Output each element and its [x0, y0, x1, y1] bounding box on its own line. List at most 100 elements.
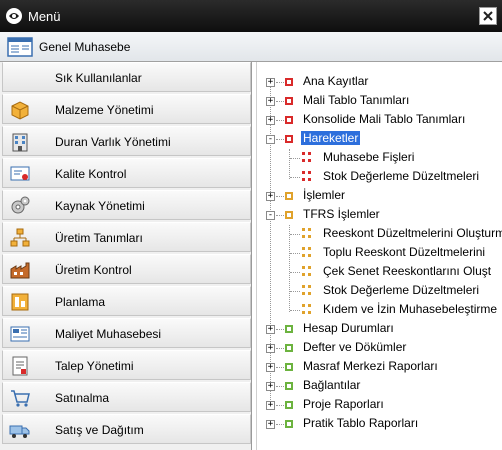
- tree-node-label: Pratik Tablo Raporları: [303, 416, 419, 430]
- expand-plus-icon[interactable]: +: [266, 363, 275, 372]
- menu-item-cost-accounting[interactable]: Maliyet Muhasebesi: [2, 318, 251, 348]
- tree-node-proje-raporlari[interactable]: + Proje Raporları: [257, 395, 502, 415]
- menu-item-purchasing[interactable]: Satınalma: [2, 382, 251, 412]
- menu-item-label: Satınalma: [55, 391, 110, 405]
- folder-green-icon: [285, 344, 293, 352]
- tree-leaf-cek-senet[interactable]: Çek Senet Reeskontlarını Oluşt: [257, 262, 502, 282]
- expand-plus-icon[interactable]: +: [266, 382, 275, 391]
- tree-node-mali-tablo-tanimlari[interactable]: + Mali Tablo Tanımları: [257, 91, 502, 111]
- document-red-icon: [302, 171, 311, 181]
- expand-plus-icon[interactable]: +: [266, 116, 275, 125]
- menu-item-label: Kalite Kontrol: [55, 167, 127, 181]
- tree-node-label: İşlemler: [303, 188, 346, 202]
- tree-node-label: Ana Kayıtlar: [303, 74, 369, 88]
- menu-item-label: Planlama: [55, 295, 106, 309]
- document-yellow-icon: [302, 228, 311, 238]
- tree-node-label: Defter ve Dökümler: [303, 340, 407, 354]
- expand-plus-icon[interactable]: +: [266, 97, 275, 106]
- menu-item-production-definitions[interactable]: Üretim Tanımları: [2, 222, 251, 252]
- module-title: Genel Muhasebe: [39, 39, 131, 54]
- tree-node-label: Masraf Merkezi Raporları: [303, 359, 438, 373]
- folder-green-icon: [285, 382, 293, 390]
- tree-node-hareketler[interactable]: - Hareketler: [257, 129, 502, 149]
- planning-icon: [11, 293, 29, 311]
- ledger-icon: [7, 36, 33, 57]
- tree-node-tfrs-islemler[interactable]: - TFRS İşlemler: [257, 205, 502, 225]
- folder-yellow-icon: [285, 211, 293, 219]
- tree-node-hesap-durumlari[interactable]: + Hesap Durumları: [257, 319, 502, 339]
- menu-item-fixed-assets[interactable]: Duran Varlık Yönetimi: [2, 126, 251, 156]
- folder-red-icon: [285, 116, 293, 124]
- tree-node-label-selected: Hareketler: [301, 131, 361, 145]
- menu-item-label: Satış ve Dağıtım: [55, 423, 144, 437]
- menu-item-label: Üretim Kontrol: [55, 263, 132, 277]
- cart-icon: [11, 390, 30, 407]
- folder-red-icon: [285, 135, 293, 143]
- menu-item-label: Kaynak Yönetimi: [55, 199, 145, 213]
- tree-node-label: Konsolide Mali Tablo Tanımları: [303, 112, 466, 126]
- building-icon: [12, 133, 28, 152]
- close-button[interactable]: [479, 7, 497, 25]
- tree-leaf-kidem-izin[interactable]: Kıdem ve İzin Muhasebeleştirme: [257, 300, 502, 320]
- menu-item-sales-distribution[interactable]: Satış ve Dağıtım: [2, 414, 251, 444]
- tree-leaf-label: Çek Senet Reeskontlarını Oluşt: [323, 264, 492, 278]
- tree-node-masraf-merkezi[interactable]: + Masraf Merkezi Raporları: [257, 357, 502, 377]
- menu-item-label: Malzeme Yönetimi: [55, 103, 154, 117]
- tree-leaf-label: Muhasebe Fişleri: [323, 150, 415, 164]
- truck-icon: [9, 425, 30, 438]
- folder-green-icon: [285, 363, 293, 371]
- calculator-icon: [10, 326, 30, 342]
- tree-leaf-muhasebe-fisleri[interactable]: Muhasebe Fişleri: [257, 148, 502, 168]
- title-bar: Menü: [0, 0, 502, 32]
- folder-green-icon: [285, 420, 293, 428]
- menu-item-request-management[interactable]: Talep Yönetimi: [2, 350, 251, 380]
- module-menu: Sık Kullanılanlar Malzeme Yönetimi Duran…: [0, 62, 252, 450]
- menu-item-label: Üretim Tanımları: [55, 231, 143, 245]
- menu-tree: + Ana Kayıtlar + Mali Tablo Tanımları + …: [256, 62, 502, 450]
- tree-node-defter-dokumler[interactable]: + Defter ve Dökümler: [257, 338, 502, 358]
- menu-item-planning[interactable]: Planlama: [2, 286, 251, 316]
- collapse-minus-icon[interactable]: -: [266, 211, 275, 220]
- tree-node-pratik-tablo[interactable]: + Pratik Tablo Raporları: [257, 414, 502, 434]
- menu-item-favorites[interactable]: Sık Kullanılanlar: [2, 62, 251, 92]
- window-title: Menü: [28, 8, 61, 24]
- menu-item-production-control[interactable]: Üretim Kontrol: [2, 254, 251, 284]
- expand-plus-icon[interactable]: +: [266, 78, 275, 87]
- request-form-icon: [12, 356, 28, 376]
- menu-item-quality-control[interactable]: Kalite Kontrol: [2, 158, 251, 188]
- tree-leaf-label: Kıdem ve İzin Muhasebeleştirme: [323, 302, 498, 316]
- tree-node-label: Mali Tablo Tanımları: [303, 93, 410, 107]
- folder-yellow-icon: [285, 192, 293, 200]
- expand-plus-icon[interactable]: +: [266, 420, 275, 429]
- expand-plus-icon[interactable]: +: [266, 325, 275, 334]
- tree-leaf-toplu-reeskont[interactable]: Toplu Reeskont Düzeltmelerini: [257, 243, 502, 263]
- gears-icon: [11, 196, 30, 214]
- box-icon: [11, 101, 29, 120]
- expand-plus-icon[interactable]: +: [266, 192, 275, 201]
- tree-node-label: Hesap Durumları: [303, 321, 394, 335]
- menu-item-material-management[interactable]: Malzeme Yönetimi: [2, 94, 251, 124]
- flowchart-icon: [10, 228, 30, 247]
- collapse-minus-icon[interactable]: -: [266, 135, 275, 144]
- document-yellow-icon: [302, 247, 311, 257]
- expand-plus-icon[interactable]: +: [266, 401, 275, 410]
- tree-node-label: Bağlantılar: [303, 378, 361, 392]
- tree-node-islemler[interactable]: + İşlemler: [257, 186, 502, 206]
- expand-plus-icon[interactable]: +: [266, 344, 275, 353]
- tree-leaf-label: Stok Değerleme Düzeltmeleri: [323, 283, 480, 297]
- menu-item-label: Talep Yönetimi: [55, 359, 134, 373]
- menu-item-resource-management[interactable]: Kaynak Yönetimi: [2, 190, 251, 220]
- tree-node-konsolide[interactable]: + Konsolide Mali Tablo Tanımları: [257, 110, 502, 130]
- tree-leaf-label: Stok Değerleme Düzeltmeleri: [323, 169, 480, 183]
- app-icon: [6, 8, 22, 24]
- module-header[interactable]: Genel Muhasebe: [0, 32, 502, 62]
- tree-leaf-stok-degerleme-tfrs[interactable]: Stok Değerleme Düzeltmeleri: [257, 281, 502, 301]
- tree-node-ana-kayitlar[interactable]: + Ana Kayıtlar: [257, 72, 502, 92]
- tree-leaf-stok-degerleme[interactable]: Stok Değerleme Düzeltmeleri: [257, 167, 502, 187]
- tree-leaf-reeskont-olusturma[interactable]: Reeskont Düzeltmelerini Oluşturma: [257, 224, 502, 244]
- tree-leaf-label: Reeskont Düzeltmelerini Oluşturma: [323, 226, 502, 240]
- document-yellow-icon: [302, 304, 311, 314]
- tree-node-baglantilar[interactable]: + Bağlantılar: [257, 376, 502, 396]
- menu-item-label: Maliyet Muhasebesi: [55, 327, 162, 341]
- folder-red-icon: [285, 78, 293, 86]
